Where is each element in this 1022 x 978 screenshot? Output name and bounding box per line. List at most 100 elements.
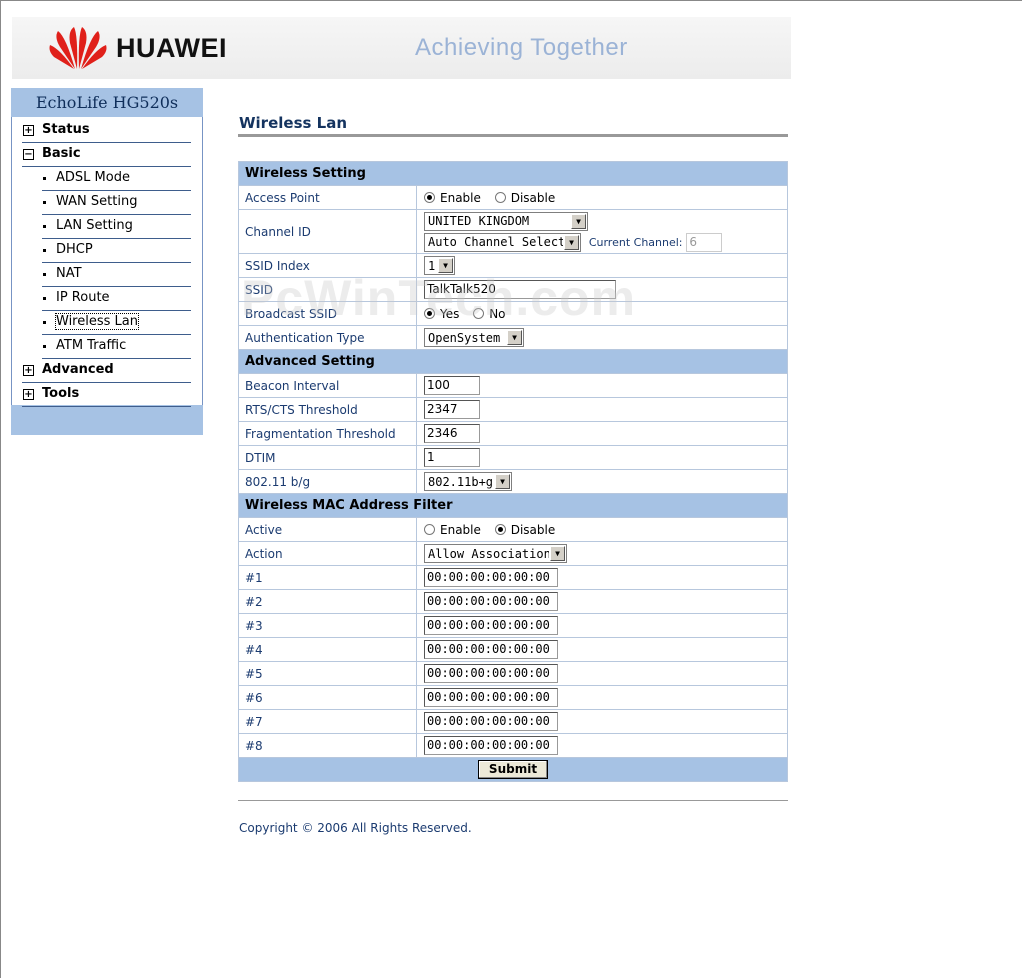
mac-entry-label: #3 [238, 613, 417, 638]
filter-disable-radio[interactable] [494, 523, 506, 535]
ssid-label: SSID [238, 277, 417, 302]
current-channel-field: 6 [686, 232, 723, 252]
sidebar-item-ip-route[interactable]: IP Route [42, 287, 191, 311]
section-mac-filter: Wireless MAC Address Filter [238, 493, 788, 518]
region-select[interactable]: UNITED KINGDOM ▼ [424, 211, 588, 231]
mac-entry-label: #2 [238, 589, 417, 614]
expand-icon[interactable]: + [23, 389, 34, 400]
sidebar-item-dhcp[interactable]: DHCP [42, 239, 191, 263]
chevron-down-icon: ▼ [550, 546, 565, 561]
filter-action-label: Action [238, 541, 417, 566]
sidebar-item-basic[interactable]: − Basic [22, 143, 191, 167]
broadcast-yes-label: Yes [440, 306, 460, 321]
channel-select[interactable]: Auto Channel Select ▼ [424, 232, 581, 252]
dtim-label: DTIM [238, 445, 417, 470]
sidebar-item-advanced[interactable]: + Advanced [22, 359, 191, 383]
ssid-index-select[interactable]: 1 ▼ [424, 256, 455, 275]
mode-select[interactable]: 802.11b+g ▼ [424, 472, 512, 491]
expand-icon[interactable]: + [23, 125, 34, 136]
ssid-index-label: SSID Index [238, 253, 417, 278]
slogan: Achieving Together [415, 34, 628, 61]
fragmentation-threshold-label: Fragmentation Threshold [238, 421, 417, 446]
collapse-icon[interactable]: − [23, 149, 34, 160]
mac-entry-label: #1 [238, 565, 417, 590]
broadcast-no-label: No [489, 306, 506, 321]
bullet-icon [43, 297, 46, 300]
mac-address-input[interactable]: 00:00:00:00:00:00 [424, 592, 558, 611]
submit-button[interactable]: Submit [477, 760, 549, 779]
auth-type-label: Authentication Type [238, 325, 417, 350]
sidebar-item-adsl-mode[interactable]: ADSL Mode [42, 167, 191, 191]
filter-enable-label: Enable [440, 522, 481, 537]
filter-active-label: Active [238, 517, 417, 542]
bullet-icon [43, 177, 46, 180]
rts-threshold-label: RTS/CTS Threshold [238, 397, 417, 422]
sidebar-item-wireless-lan[interactable]: Wireless Lan [42, 311, 191, 335]
mac-address-input[interactable]: 00:00:00:00:00:00 [424, 640, 558, 659]
mac-entry-label: #6 [238, 685, 417, 710]
broadcast-ssid-label: Broadcast SSID [238, 301, 417, 326]
filter-enable-radio[interactable] [424, 523, 435, 535]
mac-address-input[interactable]: 00:00:00:00:00:00 [424, 616, 558, 635]
sidebar-footer [11, 405, 203, 435]
mac-entry-label: #8 [238, 733, 417, 758]
bullet-icon [43, 321, 46, 324]
sidebar-item-lan-setting[interactable]: LAN Setting [42, 215, 191, 239]
rts-threshold-input[interactable]: 2347 [424, 400, 480, 419]
sidebar-item-wan-setting[interactable]: WAN Setting [42, 191, 191, 215]
mac-address-input[interactable]: 00:00:00:00:00:00 [424, 688, 558, 707]
beacon-interval-input[interactable]: 100 [424, 376, 480, 395]
access-point-label: Access Point [238, 185, 417, 210]
filter-action-select[interactable]: Allow Association ▼ [424, 544, 567, 563]
broadcast-no-radio[interactable] [473, 307, 485, 319]
bullet-icon [43, 345, 46, 348]
sidebar-item-nat[interactable]: NAT [42, 263, 191, 287]
brand-name: HUAWEI [116, 33, 227, 63]
dtim-input[interactable]: 1 [424, 448, 480, 467]
sidebar-item-status[interactable]: + Status [22, 119, 191, 143]
mode-label: 802.11 b/g [238, 469, 417, 494]
channel-id-label: Channel ID [238, 209, 417, 254]
mac-address-input[interactable]: 00:00:00:00:00:00 [424, 664, 558, 683]
auth-type-select[interactable]: OpenSystem ▼ [424, 328, 524, 347]
device-model-title: EchoLife HG520s [11, 88, 203, 117]
sidebar-item-tools[interactable]: + Tools [22, 383, 191, 407]
sidebar-item-atm-traffic[interactable]: ATM Traffic [42, 335, 191, 359]
footer-divider [238, 800, 788, 801]
section-wireless-setting: Wireless Setting [238, 161, 788, 186]
page-title: Wireless Lan [239, 114, 348, 132]
chevron-down-icon: ▼ [495, 474, 510, 489]
beacon-interval-label: Beacon Interval [238, 373, 417, 398]
broadcast-yes-radio[interactable] [424, 307, 435, 319]
access-point-disable-label: Disable [510, 190, 556, 205]
mac-address-input[interactable]: 00:00:00:00:00:00 [424, 568, 558, 587]
bullet-icon [43, 201, 46, 204]
access-point-enable-radio[interactable] [424, 191, 435, 203]
fragmentation-threshold-input[interactable]: 2346 [424, 424, 480, 443]
chevron-down-icon: ▼ [438, 258, 453, 273]
chevron-down-icon: ▼ [571, 213, 586, 229]
mac-address-input[interactable]: 00:00:00:00:00:00 [424, 712, 558, 731]
section-advanced-setting: Advanced Setting [238, 349, 788, 374]
mac-address-input[interactable]: 00:00:00:00:00:00 [424, 736, 558, 755]
access-point-disable-radio[interactable] [494, 191, 506, 203]
chevron-down-icon: ▼ [507, 330, 522, 345]
bullet-icon [43, 225, 46, 228]
submit-row: Submit [238, 757, 788, 782]
chevron-down-icon: ▼ [564, 234, 579, 250]
current-channel-label: Current Channel: [588, 235, 683, 249]
huawei-logo-icon [49, 27, 107, 69]
title-divider [238, 134, 788, 137]
expand-icon[interactable]: + [23, 365, 34, 376]
copyright: Copyright © 2006 All Rights Reserved. [239, 821, 472, 835]
access-point-enable-label: Enable [440, 190, 481, 205]
mac-entry-label: #7 [238, 709, 417, 734]
wireless-settings-table: Wireless Setting Access Point Enable Dis… [238, 161, 788, 782]
bullet-icon [43, 249, 46, 252]
mac-entry-label: #5 [238, 661, 417, 686]
bullet-icon [43, 273, 46, 276]
ssid-input[interactable]: TalkTalk520 [424, 280, 616, 299]
filter-disable-label: Disable [510, 522, 556, 537]
mac-entry-label: #4 [238, 637, 417, 662]
sidebar-menu: + Status − Basic ADSL Mode WAN Setting L… [11, 117, 203, 407]
